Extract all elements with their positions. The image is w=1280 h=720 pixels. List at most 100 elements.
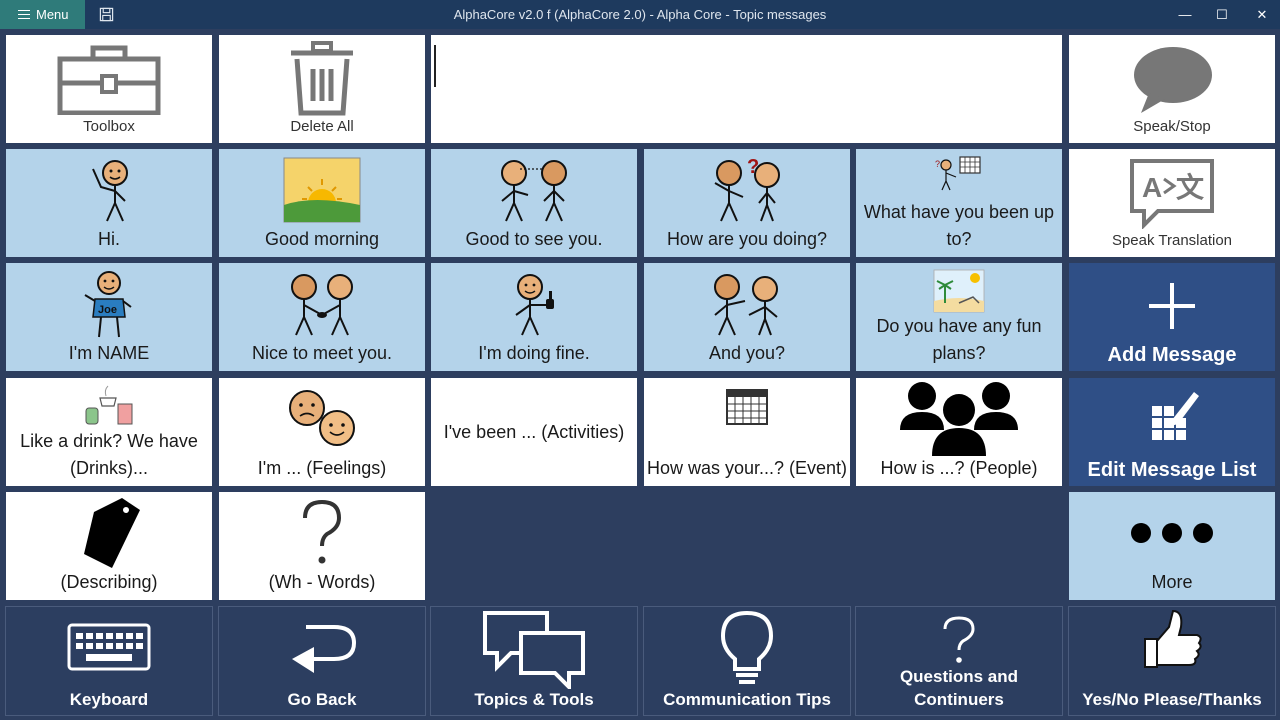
message-like-a-drink[interactable]: Like a drink? We have (Drinks)...	[5, 377, 213, 487]
minimize-icon: —	[1178, 7, 1192, 22]
topics-tools-button[interactable]: Topics & Tools	[430, 606, 638, 716]
question-mark-icon	[303, 499, 342, 564]
message-feelings[interactable]: I'm ... (Feelings)	[218, 377, 426, 487]
communication-tips-label: Communication Tips	[663, 690, 831, 709]
message-window[interactable]	[430, 34, 1063, 144]
back-arrow-icon	[292, 625, 357, 673]
yes-no-button[interactable]: Yes/No Please/Thanks	[1068, 606, 1276, 716]
drinks-icon	[85, 385, 133, 425]
message-activities[interactable]: I've been ... (Activities)	[430, 377, 638, 487]
add-message-label: Add Message	[1107, 344, 1237, 366]
text-caret	[434, 45, 436, 87]
speak-translation-button[interactable]: A 文 Speak Translation	[1068, 148, 1276, 258]
trash-icon	[291, 41, 353, 116]
two-people-pointing-icon	[714, 274, 778, 336]
message-how-was-event[interactable]: How was your...? (Event)	[643, 377, 851, 487]
edit-message-list-label: Edit Message List	[1087, 459, 1257, 481]
svg-text:A: A	[1142, 172, 1162, 203]
yes-no-label: Yes/No Please/Thanks	[1082, 690, 1262, 709]
message-label: How are you doing?	[666, 229, 828, 249]
thumbs-up-icon	[1144, 609, 1202, 668]
toolbox-label: Toolbox	[83, 118, 135, 135]
message-label: Do you have any fun plans?	[876, 316, 1042, 363]
message-good-morning[interactable]: Good morning	[218, 148, 426, 258]
title-bar: Menu AlphaCore v2.0 f (AlphaCore 2.0) - …	[0, 0, 1280, 29]
translate-icon: A 文	[1130, 159, 1214, 229]
message-label: I'm ... (Feelings)	[257, 458, 387, 478]
toolbox-icon	[57, 45, 161, 115]
waving-person-icon	[92, 160, 128, 222]
keyboard-button[interactable]: Keyboard	[5, 606, 213, 716]
message-label: Hi.	[98, 229, 120, 249]
message-nice-to-meet-you[interactable]: Nice to meet you.	[218, 262, 426, 372]
person-calendar-icon: ?	[935, 156, 981, 191]
message-wh-words[interactable]: (Wh - Words)	[218, 491, 426, 601]
maximize-icon: ☐	[1216, 6, 1228, 22]
message-label: Nice to meet you.	[251, 343, 393, 363]
svg-text:?: ?	[747, 156, 759, 178]
feelings-faces-icon	[289, 390, 355, 446]
keyboard-label: Keyboard	[69, 690, 149, 709]
delete-all-button[interactable]: Delete All	[218, 34, 426, 144]
message-describing[interactable]: (Describing)	[5, 491, 213, 601]
message-label: Good morning	[264, 229, 380, 249]
toolbox-button[interactable]: Toolbox	[5, 34, 213, 144]
add-message-button[interactable]: Add Message	[1068, 262, 1276, 372]
shirt-name-text: Joe	[98, 304, 117, 316]
svg-text:文: 文	[1176, 171, 1204, 204]
chat-bubbles-icon	[483, 611, 585, 689]
speak-translation-label: Speak Translation	[1111, 232, 1233, 249]
svg-text:?: ?	[935, 159, 940, 169]
message-label: (Describing)	[60, 572, 158, 592]
questions-continuers-label: Questions and Continuers	[899, 667, 1019, 709]
more-dots-icon	[1131, 523, 1213, 543]
window-title: AlphaCore v2.0 f (AlphaCore 2.0) - Alpha…	[453, 7, 827, 22]
sunrise-icon	[283, 157, 361, 223]
message-fun-plans[interactable]: Do you have any fun plans?	[855, 262, 1063, 372]
lightbulb-icon	[720, 610, 774, 684]
thumbs-up-person-icon	[515, 274, 554, 336]
communication-tips-button[interactable]: Communication Tips	[643, 606, 851, 716]
more-label: More	[1151, 572, 1193, 592]
close-icon: ✕	[1256, 6, 1268, 22]
message-good-to-see-you[interactable]: Good to see you.	[430, 148, 638, 258]
handshake-people-icon	[291, 274, 353, 336]
message-label: What have you been up to?	[863, 202, 1055, 249]
more-button[interactable]: More	[1068, 491, 1276, 601]
message-what-have-you-been[interactable]: ? What have you been up to?	[855, 148, 1063, 258]
message-label: (Wh - Words)	[268, 572, 376, 592]
close-button[interactable]: ✕	[1239, 0, 1280, 29]
message-label: I've been ... (Activities)	[443, 421, 625, 442]
beach-vacation-icon	[933, 269, 985, 313]
questions-continuers-button[interactable]: Questions and Continuers	[855, 606, 1063, 716]
message-how-are-you[interactable]: ? How are you doing?	[643, 148, 851, 258]
message-and-you[interactable]: And you?	[643, 262, 851, 372]
message-doing-fine[interactable]: I'm doing fine.	[430, 262, 638, 372]
person-asking-icon: ?	[714, 156, 780, 222]
message-im-name[interactable]: Joe I'm NAME	[5, 262, 213, 372]
plus-icon	[1149, 283, 1195, 329]
message-label: I'm NAME	[68, 343, 150, 363]
people-group-icon	[900, 382, 1018, 456]
edit-grid-icon	[1152, 392, 1199, 440]
edit-message-list-button[interactable]: Edit Message List	[1068, 377, 1276, 487]
delete-all-label: Delete All	[290, 118, 354, 135]
message-label: And you?	[708, 343, 786, 363]
message-how-is-people[interactable]: How is ...? (People)	[855, 377, 1063, 487]
message-label: Good to see you.	[465, 229, 603, 249]
speak-stop-button[interactable]: Speak/Stop	[1068, 34, 1276, 144]
speak-stop-label: Speak/Stop	[1133, 118, 1211, 135]
person-joe-icon: Joe	[84, 271, 132, 338]
message-label: Like a drink? We have (Drinks)...	[20, 431, 198, 478]
two-people-looking-icon	[501, 160, 567, 222]
go-back-button[interactable]: Go Back	[218, 606, 426, 716]
calendar-icon	[726, 389, 768, 425]
message-hi[interactable]: Hi.	[5, 148, 213, 258]
speech-bubble-icon	[1134, 47, 1212, 113]
keyboard-icon	[67, 623, 151, 671]
topics-tools-label: Topics & Tools	[474, 690, 594, 709]
message-label: How was your...? (Event)	[646, 458, 848, 478]
go-back-label: Go Back	[287, 690, 357, 709]
tag-icon	[84, 498, 140, 568]
message-label: I'm doing fine.	[478, 343, 590, 363]
